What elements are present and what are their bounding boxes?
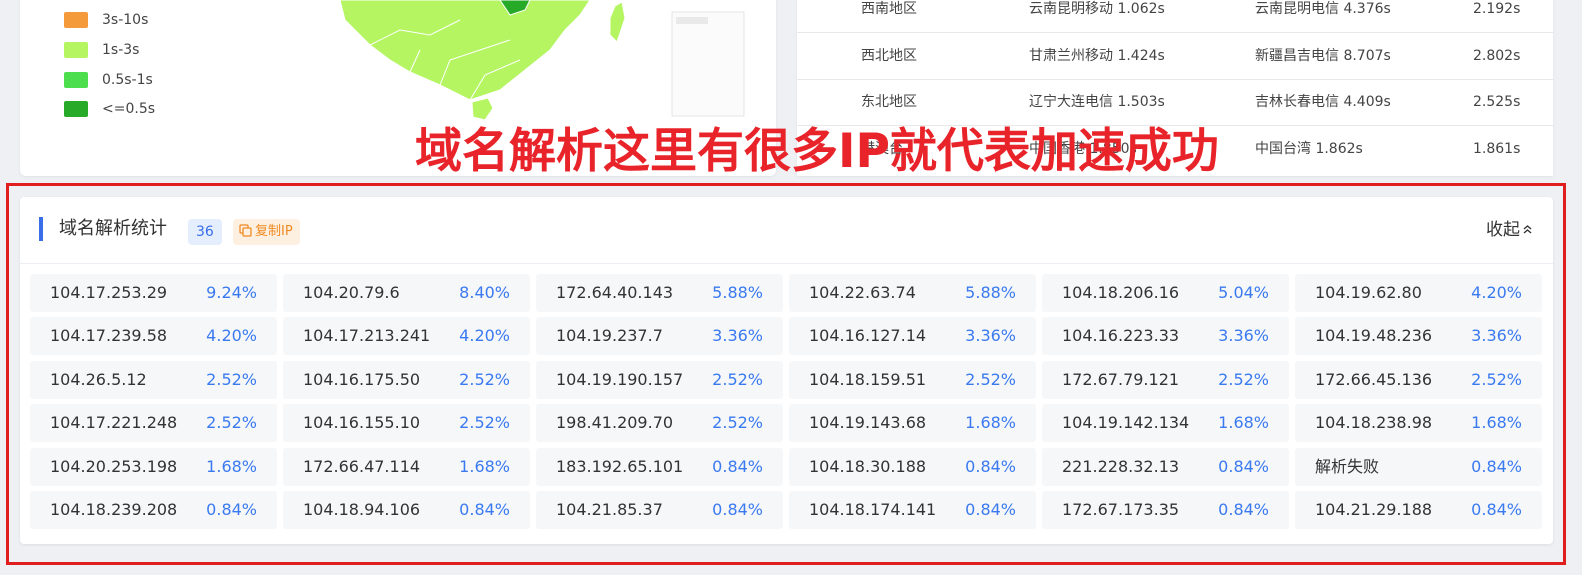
legend-swatch [64,12,88,28]
map-inset-shape [676,17,708,24]
region-name: 东北地区 [861,94,917,110]
table-row: 西南地区 云南昆明移动 1.062s 云南昆明电信 4.376s 2.192s [797,0,1553,33]
slowest-node: 新疆昌吉电信 8.707s [1255,48,1391,64]
legend-label: 1s-3s [102,42,140,58]
slowest-node: 中国台湾 1.862s [1255,141,1363,157]
legend-swatch [64,101,88,117]
region-name: 西北地区 [861,48,917,64]
legend-label: 3s-10s [102,12,149,28]
average-time: 2.192s [1473,1,1521,17]
china-latency-map [339,0,745,121]
average-time: 1.861s [1473,141,1521,157]
fastest-node: 甘肃兰州移动 1.424s [1029,48,1165,64]
region-name: 西南地区 [861,1,917,17]
map-inset-frame [671,11,745,117]
map-region-mainland [339,0,591,101]
average-time: 2.525s [1473,94,1521,110]
table-row: 西北地区 甘肃兰州移动 1.424s 新疆昌吉电信 8.707s 2.802s [797,33,1553,80]
fastest-node: 云南昆明移动 1.062s [1029,1,1165,17]
fastest-node: 辽宁大连电信 1.503s [1029,94,1165,110]
legend-label: <=0.5s [102,101,156,117]
slowest-node: 云南昆明电信 4.376s [1255,1,1391,17]
legend-swatch [64,72,88,88]
map-region-hainan [471,97,494,121]
table-row: 东北地区 辽宁大连电信 1.503s 吉林长春电信 4.409s 2.525s [797,79,1553,126]
legend-swatch [64,42,88,58]
average-time: 2.802s [1473,48,1521,64]
slowest-node: 吉林长春电信 4.409s [1255,94,1391,110]
annotation-highlight-box [6,183,1566,565]
annotation-text: 域名解析这里有很多IP就代表加速成功 [415,124,1219,179]
map-region-taiwan [609,1,626,43]
legend-label: 0.5s-1s [102,72,153,88]
